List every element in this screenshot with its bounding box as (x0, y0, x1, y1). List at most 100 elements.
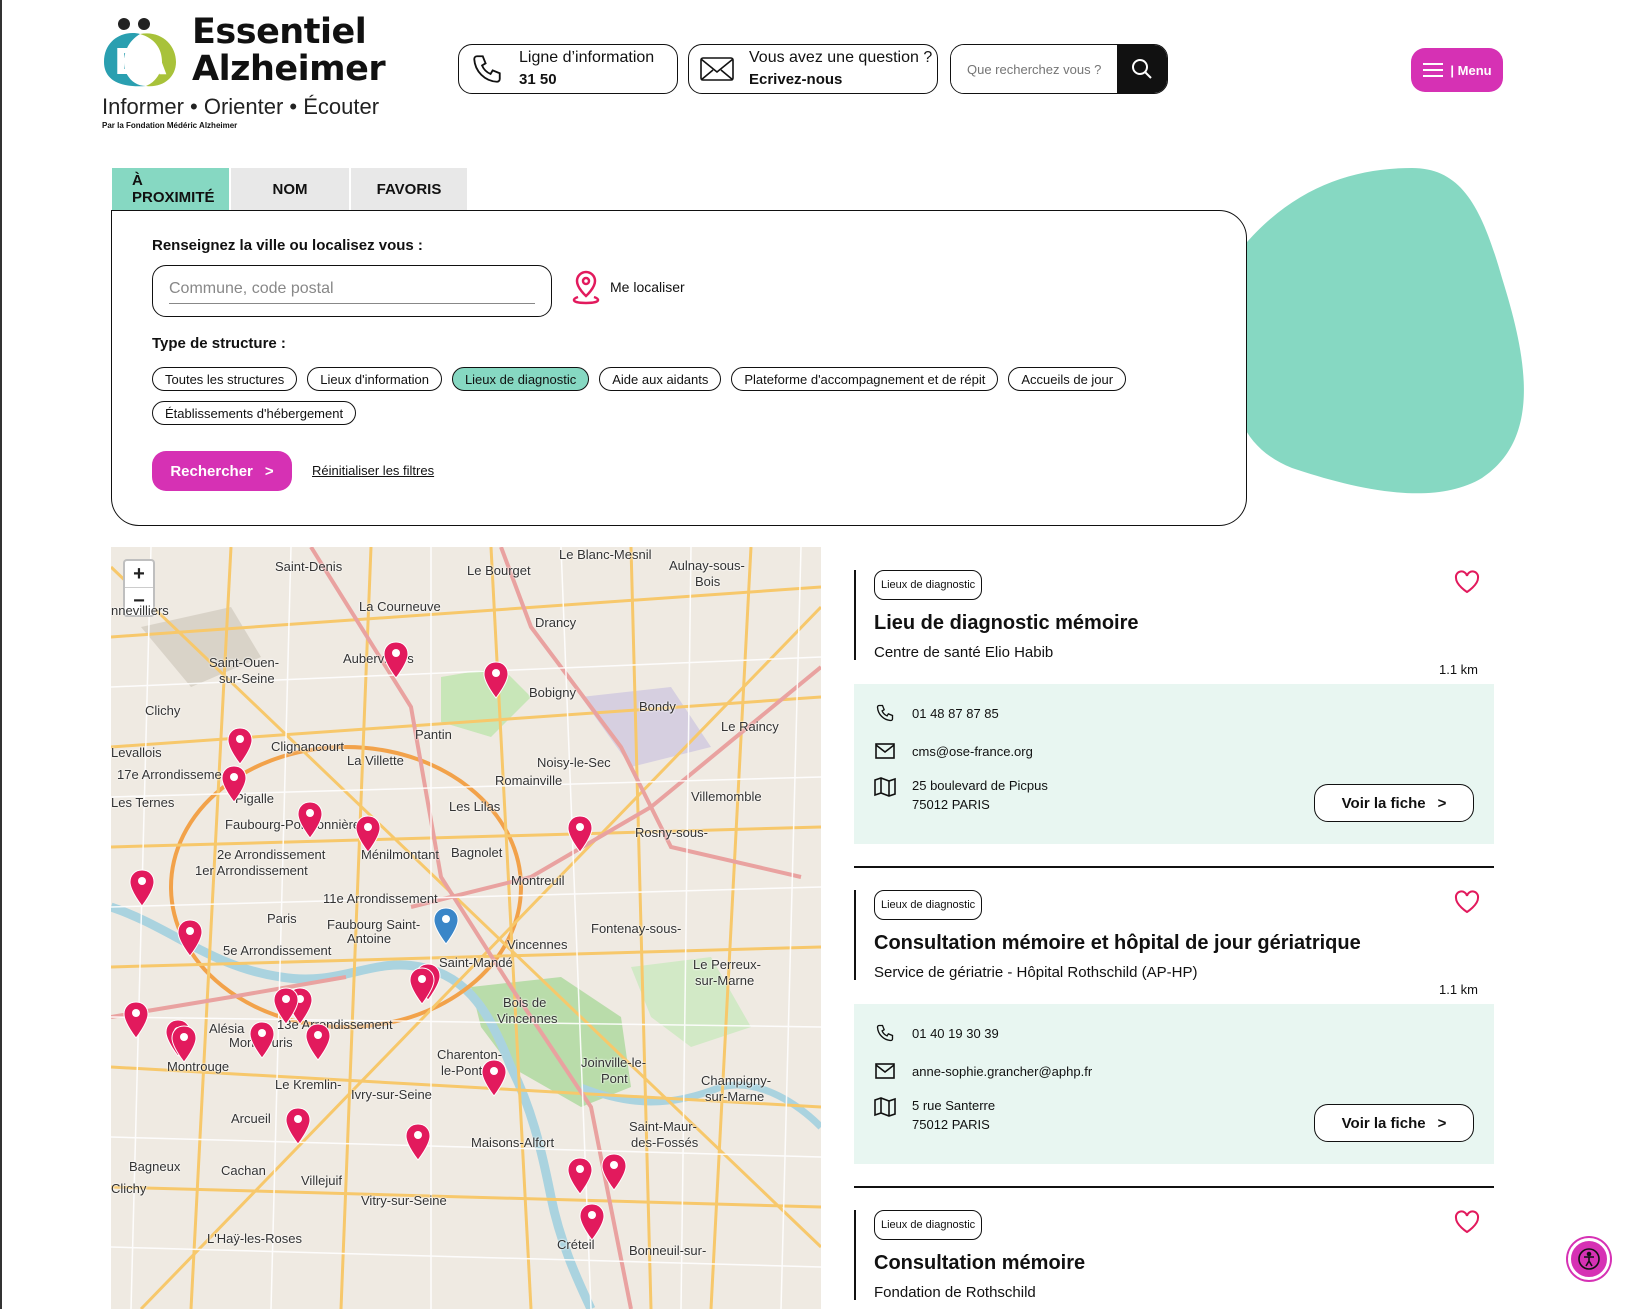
rechercher-label: Rechercher (170, 462, 253, 480)
map-place-label: sur-Marne (705, 1089, 765, 1104)
map-marker-pin-icon[interactable] (177, 919, 203, 957)
voir-fiche-button[interactable]: Voir la fiche > (1314, 1104, 1474, 1142)
result-title[interactable]: Consultation mémoire et hôpital de jour … (874, 932, 1361, 955)
map-place-label: Saint-Mandé (439, 955, 513, 970)
chip-aide-aidants[interactable]: Aide aux aidants (599, 367, 722, 391)
map-place-label: 17e Arrondissement (117, 767, 233, 782)
map-marker-pin-icon[interactable] (227, 727, 253, 765)
search-icon (1132, 59, 1152, 79)
result-phone[interactable]: 01 40 19 30 39 (912, 1026, 999, 1041)
map-marker-pin-icon[interactable] (481, 1059, 507, 1097)
reset-filters-link[interactable]: Réinitialiser les filtres (312, 463, 434, 478)
map-marker-pin-icon[interactable] (305, 1023, 331, 1061)
map-marker-pin-icon[interactable] (483, 661, 509, 699)
card-accent-line (854, 890, 856, 980)
city-input[interactable]: Commune, code postal (152, 265, 552, 317)
address-line2: 75012 PARIS (912, 797, 990, 812)
map-marker-pin-icon[interactable] (285, 1107, 311, 1145)
chip-plateforme[interactable]: Plateforme d'accompagnement et de répit (731, 367, 999, 391)
chip-toutes[interactable]: Toutes les structures (152, 367, 298, 391)
map-place-label: des-Fossés (631, 1135, 699, 1150)
phone-info-box[interactable]: Ligne d’information 31 50 (458, 44, 678, 94)
structure-chips: Toutes les structures Lieux d'informatio… (152, 367, 1172, 425)
map-place-label: Ivry-sur-Seine (351, 1087, 432, 1102)
chip-etablissements[interactable]: Établissements d'hébergement (152, 401, 357, 425)
map-place-label: Le Kremlin- (275, 1077, 342, 1092)
site-search (950, 44, 1168, 94)
map-place-label: Arcueil (231, 1111, 271, 1126)
map-marker-pin-icon[interactable] (273, 987, 299, 1025)
envelope-icon (697, 49, 737, 89)
map-place-label: La Courneuve (359, 599, 441, 614)
map-marker-pin-icon[interactable] (171, 1025, 197, 1063)
map-place-label: Drancy (535, 615, 577, 630)
favorite-heart-icon[interactable] (1454, 890, 1480, 914)
result-distance: 1.1 km (1438, 982, 1478, 997)
map-marker-pin-icon[interactable] (579, 1203, 605, 1241)
map-marker-pin-icon[interactable] (249, 1021, 275, 1059)
map-marker-pin-icon[interactable] (405, 1123, 431, 1161)
map-marker-pin-icon[interactable] (567, 1157, 593, 1195)
result-card: Lieux de diagnostic Consultation mémoire… (854, 1210, 1494, 1309)
map-place-label: nnevilliers (111, 603, 169, 618)
result-phone[interactable]: 01 48 87 87 85 (912, 706, 999, 721)
site-logo[interactable]: EA Essentiel Alzheimer Informer • Orient… (100, 8, 386, 131)
map-marker-pin-icon[interactable] (601, 1153, 627, 1191)
result-email[interactable]: anne-sophie.grancher@aphp.fr (912, 1064, 1092, 1079)
map-marker-pin-icon[interactable] (123, 1001, 149, 1039)
map-marker-pin-icon[interactable] (355, 815, 381, 853)
chip-lieux-diagnostic[interactable]: Lieux de diagnostic (451, 367, 590, 391)
address-line2: 75012 PARIS (912, 1117, 990, 1132)
user-location-pin-icon[interactable] (433, 907, 459, 945)
map-marker-pin-icon[interactable] (383, 641, 409, 679)
map-place-label: Saint-Denis (275, 559, 343, 574)
map-place-label: Bondy (639, 699, 676, 714)
zoom-in-button[interactable]: + (125, 561, 153, 588)
tab-nom[interactable]: NOM (231, 168, 351, 210)
map-place-label: Le Blanc-Mesnil (559, 547, 652, 562)
map-place-label: 11e Arrondissement (323, 891, 438, 906)
map-place-label: Antoine (347, 931, 392, 946)
map-place-label: Le Perreux- (693, 957, 761, 972)
envelope-icon (874, 740, 896, 762)
chip-lieux-information[interactable]: Lieux d'information (307, 367, 442, 391)
map-place-label: Vincennes (507, 937, 568, 952)
menu-button[interactable]: | Menu (1411, 48, 1503, 92)
phone-row: 01 40 19 30 39 (874, 1022, 999, 1044)
map-place-label: Joinville-le- (581, 1055, 647, 1070)
phone-line-label: Ligne d’information (519, 49, 655, 66)
map-place-label: Villemomble (691, 789, 762, 804)
search-button[interactable] (1117, 45, 1167, 93)
phone-icon (467, 49, 507, 89)
locate-me-button[interactable]: Me localiser (570, 269, 685, 305)
map-marker-pin-icon[interactable] (129, 869, 155, 907)
result-subtitle: Service de gériatrie - Hôpital Rothschil… (874, 964, 1198, 981)
map-marker-pin-icon[interactable] (221, 765, 247, 803)
voir-fiche-button[interactable]: Voir la fiche > (1314, 784, 1474, 822)
result-title[interactable]: Lieu de diagnostic mémoire (874, 612, 1139, 635)
results-map[interactable]: + − Saint-Denis Le Blanc-Mesnil Aulnay-sou… (111, 547, 821, 1309)
map-marker-pin-icon[interactable] (567, 815, 593, 853)
favorite-heart-icon[interactable] (1454, 1210, 1480, 1234)
card-accent-line (854, 570, 856, 660)
address-row: 25 boulevard de Picpus 75012 PARIS (874, 776, 1048, 814)
tab-favoris[interactable]: FAVORIS (351, 168, 469, 210)
map-place-label: sur-Marne (695, 973, 755, 988)
map-marker-pin-icon[interactable] (409, 967, 435, 1005)
map-marker-pin-icon[interactable] (297, 801, 323, 839)
phone-icon (874, 1022, 896, 1044)
accessibility-button[interactable] (1568, 1238, 1610, 1280)
map-place-label: La Villette (347, 753, 404, 768)
result-card: Lieux de diagnostic Consultation mémoire… (854, 890, 1494, 1166)
chevron-right-icon: > (1437, 1114, 1447, 1132)
favorite-heart-icon[interactable] (1454, 570, 1480, 594)
site-search-input[interactable] (951, 45, 1117, 93)
rechercher-button[interactable]: Rechercher > (152, 451, 292, 491)
phone-icon (874, 702, 896, 724)
chip-accueils-jour[interactable]: Accueils de jour (1008, 367, 1127, 391)
result-title[interactable]: Consultation mémoire (874, 1252, 1085, 1275)
result-email[interactable]: cms@ose-france.org (912, 744, 1033, 759)
tab-proximite[interactable]: À PROXIMITÉ (112, 168, 231, 210)
result-subtitle: Centre de santé Elio Habib (874, 644, 1054, 661)
contact-box[interactable]: Vous avez une question ? Ecrivez-nous (688, 44, 938, 94)
